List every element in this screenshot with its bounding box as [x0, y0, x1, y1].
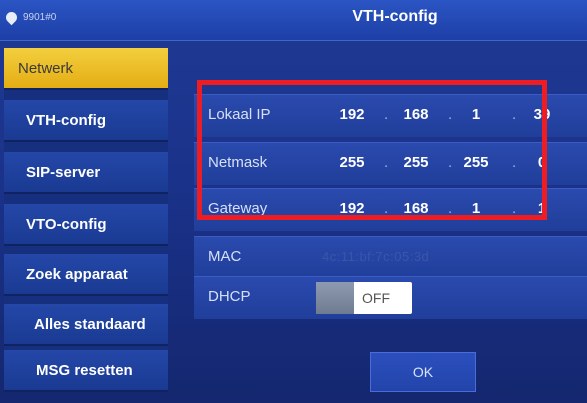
device-screen: 9901#0 VTH-config Netwerk VTH-config SIP…: [0, 0, 587, 403]
ok-button[interactable]: OK: [370, 352, 476, 392]
sidebar-item-vth-config[interactable]: VTH-config: [4, 100, 168, 142]
dhcp-toggle[interactable]: OFF: [316, 282, 412, 314]
sidebar-item-label: Alles standaard: [34, 315, 146, 333]
dhcp-row: DHCP OFF: [194, 276, 587, 319]
sidebar-item-vto-config[interactable]: VTO-config: [4, 204, 168, 246]
sidebar-item-label: VTO-config: [26, 215, 107, 233]
room-number: 9901#0: [23, 12, 57, 23]
sidebar-item-label: SIP-server: [26, 163, 101, 181]
dhcp-state: OFF: [362, 290, 390, 306]
sidebar: Netwerk VTH-config SIP-server VTO-config…: [4, 48, 168, 392]
sidebar-item-sip-server[interactable]: SIP-server: [4, 152, 168, 194]
room-indicator: 9901#0: [3, 9, 57, 26]
sidebar-item-label: Netwerk: [18, 59, 74, 77]
highlight-annotation-box: [197, 80, 547, 220]
page-title: VTH-config: [352, 8, 438, 25]
location-pin-icon: [3, 9, 20, 26]
mac-value: 4c:11:bf:7c:05:3d: [322, 249, 430, 264]
toggle-knob: [316, 282, 354, 314]
sidebar-item-msg-resetten[interactable]: MSG resetten: [4, 350, 168, 392]
sidebar-item-label: Zoek apparaat: [26, 265, 128, 283]
sidebar-item-label: MSG resetten: [36, 361, 133, 379]
mac-label: MAC: [208, 248, 242, 265]
mac-row: MAC 4c:11:bf:7c:05:3d: [194, 236, 587, 279]
sidebar-item-zoek-apparaat[interactable]: Zoek apparaat: [4, 254, 168, 296]
ok-label: OK: [412, 364, 434, 380]
sidebar-item-netwerk[interactable]: Netwerk: [4, 48, 168, 90]
sidebar-item-label: VTH-config: [26, 111, 106, 129]
sidebar-item-alles-standaard[interactable]: Alles standaard: [4, 304, 168, 346]
dhcp-label: DHCP: [208, 288, 251, 305]
title-bar: 9901#0 VTH-config: [0, 0, 587, 41]
